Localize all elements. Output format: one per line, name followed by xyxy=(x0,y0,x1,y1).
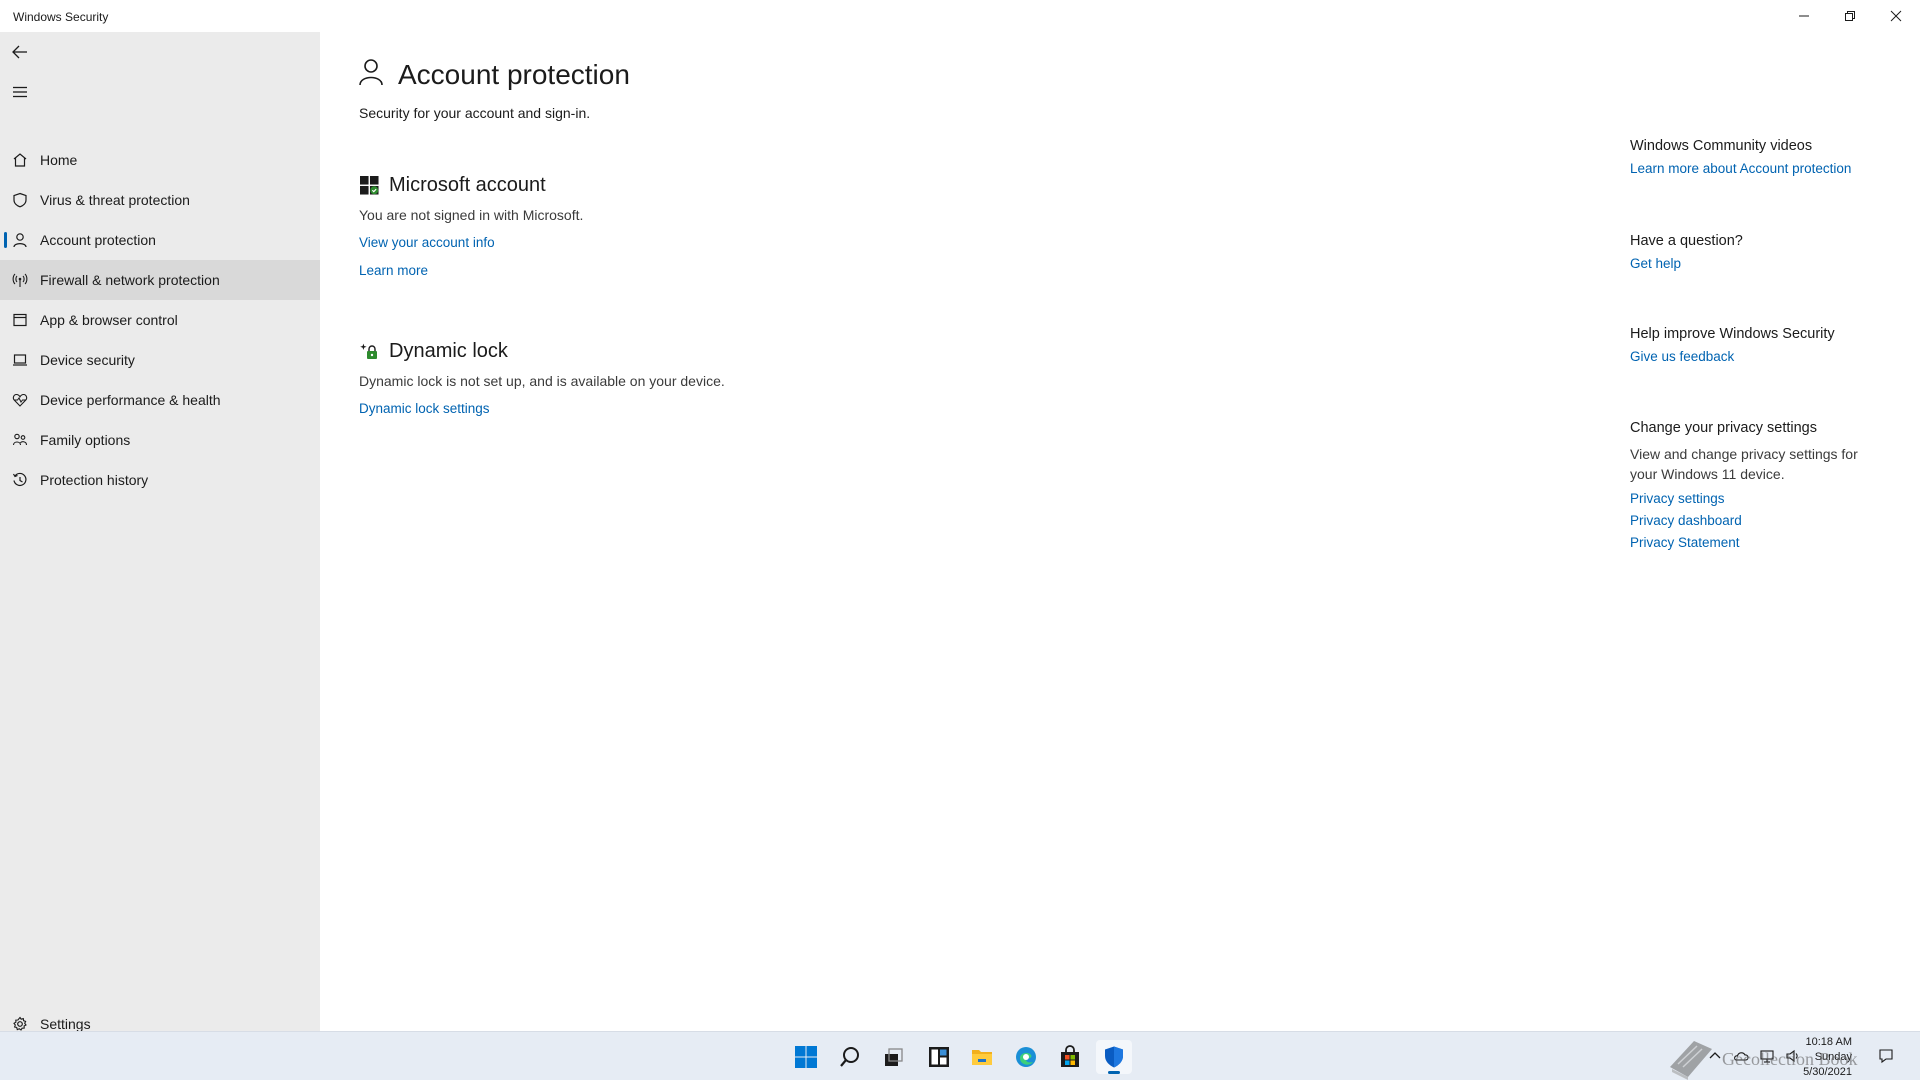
question-heading: Have a question? xyxy=(1630,233,1743,249)
file-explorer-icon xyxy=(972,1050,992,1065)
antenna-icon xyxy=(12,272,28,288)
shield-icon xyxy=(12,192,28,208)
microsoft-account-section: Microsoft account You are not signed in … xyxy=(359,174,583,278)
minimize-icon xyxy=(1799,15,1809,17)
edge-button[interactable] xyxy=(1008,1040,1044,1074)
notifications-area xyxy=(1876,1046,1902,1066)
start-button[interactable] xyxy=(788,1040,824,1074)
learn-more-link[interactable]: Learn more xyxy=(359,263,583,278)
microsoft-logo-icon xyxy=(359,176,379,196)
sidebar-item-label: Device security xyxy=(40,352,135,368)
sidebar-item-protection-history[interactable]: Protection history xyxy=(0,460,320,500)
laptop-icon xyxy=(12,352,28,368)
windows-security-button[interactable] xyxy=(1096,1040,1132,1074)
sidebar-item-home[interactable]: Home xyxy=(0,140,320,180)
file-explorer-button[interactable] xyxy=(964,1040,1000,1074)
settings-label: Settings xyxy=(40,1016,91,1032)
dynamic-lock-settings-link[interactable]: Dynamic lock settings xyxy=(359,401,725,416)
learn-more-account-protection-link[interactable]: Learn more about Account protection xyxy=(1630,161,1920,176)
book-icon xyxy=(1670,1041,1712,1080)
sidebar-item-device-security[interactable]: Device security xyxy=(0,340,320,380)
back-arrow-icon xyxy=(12,45,27,59)
privacy-dashboard-link[interactable]: Privacy dashboard xyxy=(1630,513,1920,528)
windows-security-icon xyxy=(1105,1046,1123,1068)
watermark: Gecollection Book xyxy=(1666,1037,1857,1080)
privacy-statement-link[interactable]: Privacy Statement xyxy=(1630,535,1920,550)
sidebar-item-label: Home xyxy=(40,152,78,168)
dynamic-lock-section: Dynamic lock Dynamic lock is not set up,… xyxy=(359,340,725,416)
title-bar: Windows Security xyxy=(0,0,1920,32)
start-icon xyxy=(795,1046,817,1068)
sidebar-item-label: Device performance & health xyxy=(40,392,221,408)
main-content: Account protection Security for your acc… xyxy=(320,32,1920,1031)
search-icon xyxy=(840,1047,859,1067)
page-subtitle: Security for your account and sign-in. xyxy=(359,105,591,121)
page-title: Account protection xyxy=(398,58,630,90)
gear-icon xyxy=(12,1016,28,1032)
sidebar-item-account-protection[interactable]: Account protection xyxy=(0,220,320,260)
edge-icon xyxy=(1016,1047,1036,1067)
notification-icon[interactable] xyxy=(1876,1046,1896,1066)
minimize-button[interactable] xyxy=(1781,0,1827,32)
privacy-group: Change your privacy settings View and ch… xyxy=(1630,420,1920,550)
taskbar: 10:18 AM Sunday 5/30/2021 xyxy=(0,1031,1920,1080)
watermark-text: Gecollection Book xyxy=(1722,1048,1858,1069)
restore-icon xyxy=(1845,11,1855,21)
home-icon xyxy=(12,152,28,168)
sidebar-item-label: Virus & threat protection xyxy=(40,192,190,208)
nav-list: Home Virus & threat protection Account p… xyxy=(0,140,320,500)
sidebar: Home Virus & threat protection Account p… xyxy=(0,32,320,1032)
person-icon xyxy=(12,232,28,248)
sidebar-item-firewall-network-protection[interactable]: Firewall & network protection xyxy=(0,260,320,300)
privacy-heading: Change your privacy settings xyxy=(1630,420,1817,436)
dynamic-lock-icon xyxy=(359,342,379,362)
task-view-button[interactable] xyxy=(875,1040,911,1074)
hamburger-menu-button[interactable] xyxy=(0,72,40,112)
store-icon xyxy=(1061,1045,1079,1067)
restore-button[interactable] xyxy=(1827,0,1873,32)
hamburger-menu-icon xyxy=(13,86,27,98)
community-videos-heading: Windows Community videos xyxy=(1630,138,1813,154)
sidebar-item-virus-threat-protection[interactable]: Virus & threat protection xyxy=(0,180,320,220)
improve-heading: Help improve Windows Security xyxy=(1630,326,1835,342)
back-button[interactable] xyxy=(0,32,40,72)
sidebar-item-label: App & browser control xyxy=(40,312,178,328)
store-button[interactable] xyxy=(1052,1040,1088,1074)
question-group: Have a question? Get help xyxy=(1630,233,1920,271)
sidebar-item-label: Protection history xyxy=(40,472,149,488)
search-button[interactable] xyxy=(832,1040,868,1074)
microsoft-account-status: You are not signed in with Microsoft. xyxy=(359,207,584,223)
privacy-description: View and change privacy settings for you… xyxy=(1630,446,1858,482)
microsoft-account-title: Microsoft account xyxy=(389,174,546,196)
widgets-icon xyxy=(929,1047,949,1067)
give-feedback-link[interactable]: Give us feedback xyxy=(1630,349,1920,364)
sidebar-item-label: Family options xyxy=(40,432,131,448)
family-icon xyxy=(12,432,28,448)
view-account-info-link[interactable]: View your account info xyxy=(359,235,583,250)
close-button[interactable] xyxy=(1873,0,1919,32)
get-help-link[interactable]: Get help xyxy=(1630,256,1920,271)
improve-group: Help improve Windows Security Give us fe… xyxy=(1630,326,1920,364)
page-header: Account protection xyxy=(358,58,630,91)
widgets-button[interactable] xyxy=(921,1040,957,1074)
dynamic-lock-title: Dynamic lock xyxy=(389,340,508,362)
task-view-icon xyxy=(885,1048,903,1066)
heart-icon xyxy=(12,392,28,408)
close-icon xyxy=(1890,10,1902,22)
sidebar-item-device-performance-health[interactable]: Device performance & health xyxy=(0,380,320,420)
history-icon xyxy=(12,472,28,488)
sidebar-item-label: Account protection xyxy=(40,232,156,248)
sidebar-item-label: Firewall & network protection xyxy=(40,272,220,288)
sidebar-item-app-browser-control[interactable]: App & browser control xyxy=(0,300,320,340)
privacy-settings-link[interactable]: Privacy settings xyxy=(1630,491,1920,506)
dynamic-lock-status: Dynamic lock is not set up, and is avail… xyxy=(359,373,725,389)
community-videos-group: Windows Community videos Learn more abou… xyxy=(1630,138,1920,176)
window-title: Windows Security xyxy=(13,10,109,24)
sidebar-item-family-options[interactable]: Family options xyxy=(0,420,320,460)
app-window-icon xyxy=(12,312,28,328)
person-icon xyxy=(358,58,384,91)
